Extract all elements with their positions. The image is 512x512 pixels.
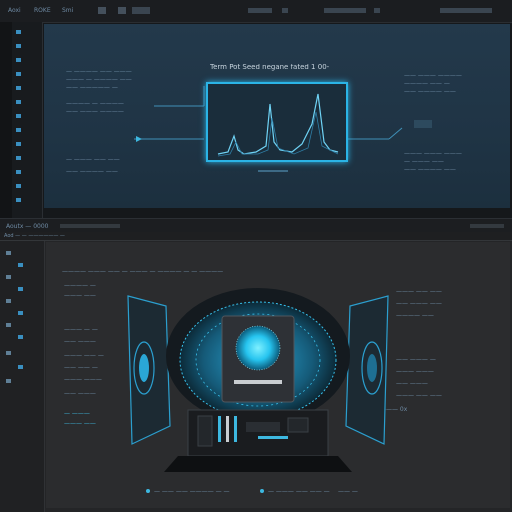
tool-icon[interactable] [6, 275, 11, 279]
right-label: —— ——— [396, 380, 428, 387]
tool-icon[interactable] [6, 351, 11, 355]
toolbar-icon[interactable] [282, 8, 288, 13]
menu-item[interactable]: Aoxi [8, 7, 21, 14]
toolbar-icon[interactable] [248, 8, 272, 13]
left-label: —— ——— [64, 390, 96, 397]
tool-icon[interactable] [16, 86, 21, 90]
waveform-caption [258, 170, 288, 172]
left-toolbar [0, 22, 12, 218]
tool-icon[interactable] [16, 198, 21, 202]
tool-icon[interactable] [16, 184, 21, 188]
tool-icon[interactable] [16, 100, 21, 104]
bottom-window: Aod — — —————— — ———— ——— —— — ——— — ———… [0, 232, 512, 512]
right-label: —— ——— —— [396, 300, 442, 307]
tool-icon[interactable] [16, 72, 21, 76]
tool-icon[interactable] [6, 251, 11, 255]
tool-icon[interactable] [18, 311, 23, 315]
left-label: —— ——— [64, 338, 96, 345]
footer-text: —— — [338, 488, 358, 495]
top-status-bar: Aoutx — 0000 [0, 218, 512, 233]
tool-icon[interactable] [16, 170, 21, 174]
top-menu-bar: Aoxi ROKE Smi [0, 0, 512, 23]
tool-icon[interactable] [18, 287, 23, 291]
toolbar-icon[interactable] [118, 7, 126, 14]
left-label: ———— — [64, 282, 96, 289]
toolbar-icon[interactable] [132, 7, 150, 14]
left-label: ——— ——— [64, 376, 102, 383]
footer-dot [260, 489, 264, 493]
tool-icon[interactable] [6, 379, 11, 383]
toolbar-icon[interactable] [324, 8, 366, 13]
top-canvas: Term Pot Seed negane fated 1 00- — ———— … [44, 24, 510, 208]
left-label: — ——— [64, 410, 90, 417]
device-illustration[interactable] [118, 276, 398, 480]
bottom-header: Aod — — —————— — [4, 233, 65, 239]
tool-icon[interactable] [16, 128, 21, 132]
tool-icon[interactable] [6, 323, 11, 327]
status-segment [60, 224, 120, 228]
tool-icon[interactable] [16, 156, 21, 160]
tool-icon[interactable] [18, 365, 23, 369]
left-tool-list [12, 22, 43, 218]
waveform-icon [217, 93, 339, 157]
right-label: —— ——— — [396, 356, 436, 363]
left-label: —— —— — [64, 364, 98, 371]
toolbar-icon[interactable] [374, 8, 380, 13]
footer-text: — —— —— ———— — — [154, 488, 230, 495]
menu-item[interactable]: ROKE [34, 7, 51, 14]
tool-icon[interactable] [16, 114, 21, 118]
toolbar-icon[interactable] [98, 7, 106, 14]
footer-text: — ——— —— —— — [268, 488, 330, 495]
tool-icon[interactable] [16, 58, 21, 62]
toolbar-icon[interactable] [440, 8, 492, 13]
right-label: ——— —— —— [396, 288, 442, 295]
left-label: ——— —— [64, 292, 96, 299]
tool-icon[interactable] [16, 142, 21, 146]
tool-icon[interactable] [18, 263, 23, 267]
bottom-tab-bar: Aod — — —————— — [0, 232, 512, 241]
tool-icon[interactable] [16, 44, 21, 48]
status-text: Aoutx — 0000 [6, 223, 49, 230]
right-label: ——— —— —— [396, 392, 442, 399]
status-segment [470, 224, 504, 228]
bottom-left-toolbar [0, 241, 45, 512]
right-label: ———— —— [396, 312, 434, 319]
menu-item[interactable]: Smi [62, 7, 73, 14]
tool-icon[interactable] [6, 299, 11, 303]
top-window: Aoxi ROKE Smi Term Pot Seed negane fated… [0, 0, 512, 233]
right-label: ——— ——— [396, 368, 434, 375]
left-label: ——— —— [64, 420, 96, 427]
info-line: ———— ——— —— — ——— — ———— — — ———— [62, 268, 224, 275]
bottom-canvas: ———— ——— —— — ——— — ———— — — ———— ———— —… [46, 242, 510, 508]
left-label: ——— —— — [64, 352, 104, 359]
tool-icon[interactable] [18, 335, 23, 339]
footer-dot [146, 489, 150, 493]
left-label: ——— — — [64, 326, 98, 333]
waveform-panel[interactable] [206, 82, 348, 162]
tool-icon[interactable] [16, 30, 21, 34]
